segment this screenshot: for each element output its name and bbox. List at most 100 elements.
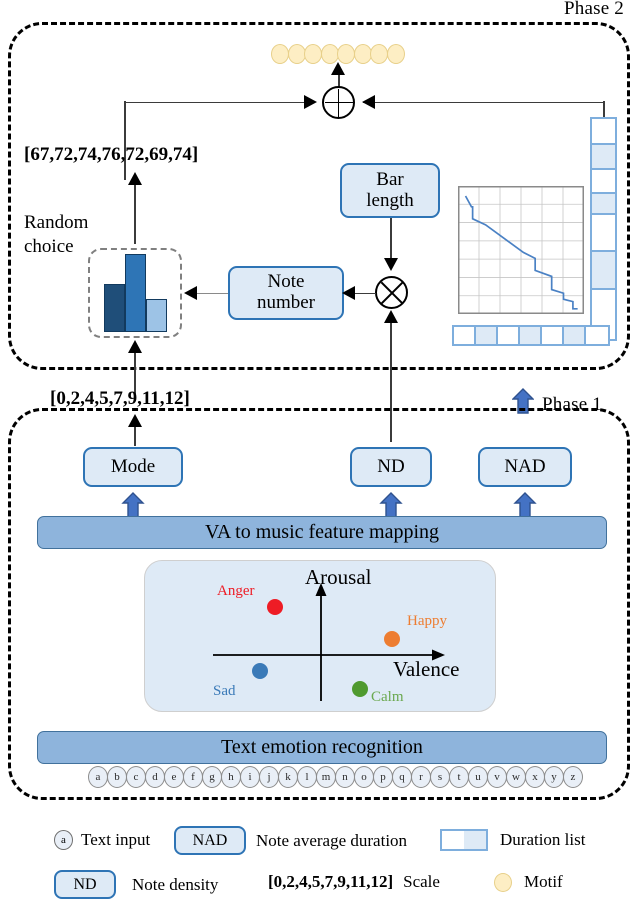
motif-circle-icon bbox=[320, 44, 339, 64]
legend-item-nad: NAD Note average duration bbox=[174, 826, 407, 855]
letter-circle-icon: a bbox=[88, 766, 108, 788]
motif-circle-icon bbox=[287, 44, 306, 64]
note-number-label-line1: Note bbox=[267, 271, 305, 293]
arrowhead-right-sum bbox=[304, 95, 317, 109]
arrowhead-up-mul bbox=[384, 310, 398, 323]
duration-cell bbox=[592, 194, 615, 215]
letter-circle-icon: o bbox=[354, 766, 374, 788]
random-choice-bars bbox=[104, 254, 168, 332]
duration-cell bbox=[542, 327, 564, 344]
motif-circle-icon bbox=[494, 872, 512, 892]
letter-circle-icon: d bbox=[145, 766, 165, 788]
letter-circle-icon: c bbox=[126, 766, 146, 788]
mode-box[interactable]: Mode bbox=[83, 447, 183, 487]
duration-cell bbox=[520, 327, 542, 344]
legend-item-nd: ND Note density bbox=[54, 870, 218, 899]
phase1-scale-output: [0,2,4,5,7,9,11,12] bbox=[50, 388, 190, 409]
legend: a Text input NAD Note average duration D… bbox=[0, 820, 640, 899]
random-choice-label-line1: Random bbox=[24, 212, 89, 233]
motif-circle-icon bbox=[304, 44, 322, 64]
letter-circle-icon: t bbox=[449, 766, 469, 788]
motif-circle-icon bbox=[271, 44, 289, 64]
letter-circle-icon: h bbox=[221, 766, 241, 788]
valence-arousal-plot: Arousal Valence Anger Happy Sad Calm bbox=[144, 560, 496, 712]
letter-circle-icon: i bbox=[240, 766, 260, 788]
phase2-scale-output: [67,72,74,76,72,69,74] bbox=[24, 144, 199, 165]
random-choice-bar bbox=[146, 299, 167, 332]
duration-cell bbox=[586, 327, 608, 344]
nad-box[interactable]: NAD bbox=[478, 447, 572, 487]
letter-circle-icon: g bbox=[202, 766, 222, 788]
bar-length-box[interactable]: Bar length bbox=[340, 163, 440, 218]
random-choice-label-line2: choice bbox=[24, 236, 74, 257]
letter-circle-icon: q bbox=[392, 766, 412, 788]
emotion-label: Happy bbox=[407, 613, 447, 629]
connector-choice-to-scale bbox=[134, 182, 136, 244]
emotion-dot bbox=[384, 631, 400, 647]
legend-item-duration-list: Duration list bbox=[440, 829, 585, 851]
letter-circle-icon: u bbox=[468, 766, 488, 788]
emotion-label: Calm bbox=[371, 689, 404, 705]
arrowhead-left-sum bbox=[362, 95, 375, 109]
connector-left-to-sum bbox=[124, 101, 314, 104]
arrowhead-up-scale bbox=[128, 172, 142, 185]
random-choice-bar bbox=[104, 283, 125, 332]
va-mapping-label: VA to music feature mapping bbox=[204, 521, 440, 543]
emotion-dot bbox=[267, 599, 283, 615]
motif-circle-icon bbox=[337, 44, 355, 64]
text-emotion-label: Text emotion recognition bbox=[221, 736, 423, 758]
legend-label-text-input: Text input bbox=[81, 830, 151, 849]
phase2-title: Phase 2 bbox=[564, 0, 624, 19]
letter-circle-icon: a bbox=[54, 830, 73, 850]
mode-label: Mode bbox=[110, 455, 156, 477]
letter-circle-icon: y bbox=[544, 766, 564, 788]
valence-axis-label: Valence bbox=[393, 657, 460, 681]
letter-circle-icon: s bbox=[430, 766, 450, 788]
legend-item-text-input: a Text input bbox=[54, 830, 150, 850]
letter-circle-icon: b bbox=[107, 766, 127, 788]
letter-circle-icon: r bbox=[411, 766, 431, 788]
random-choice-bar bbox=[125, 254, 146, 332]
diagram-root: Phase 2 [67,72,74,76,72,69,74] Random ch… bbox=[0, 0, 640, 899]
letter-circle-icon: p bbox=[373, 766, 393, 788]
nd-box[interactable]: ND bbox=[350, 447, 432, 487]
duration-cell bbox=[592, 252, 615, 290]
legend-item-motif: Motif bbox=[494, 872, 563, 892]
letter-circle-icon: k bbox=[278, 766, 298, 788]
legend-label-motif: Motif bbox=[524, 872, 563, 891]
scale-text-icon: [0,2,4,5,7,9,11,12] bbox=[268, 872, 394, 891]
note-number-label-line2: number bbox=[256, 292, 316, 313]
emotion-dot bbox=[252, 663, 268, 679]
arrowhead-left-choice bbox=[184, 286, 197, 300]
duration-cell bbox=[592, 215, 615, 252]
motif-circle-icon bbox=[370, 44, 388, 64]
letter-circle-icon: f bbox=[183, 766, 203, 788]
duration-cell bbox=[592, 145, 615, 170]
connector-mode-to-scale bbox=[134, 424, 136, 446]
legend-label-nd: Note density bbox=[132, 874, 219, 894]
connector-left-down bbox=[124, 101, 126, 180]
emotion-dot bbox=[352, 681, 368, 697]
times-circle-operator bbox=[375, 276, 408, 309]
duration-list-horizontal bbox=[452, 325, 610, 346]
letter-circle-icon: e bbox=[164, 766, 184, 788]
letter-circle-icon: w bbox=[506, 766, 526, 788]
duration-list-vertical bbox=[590, 117, 617, 341]
va-mapping-bar[interactable]: VA to music feature mapping bbox=[37, 516, 607, 549]
motif-row bbox=[271, 44, 405, 64]
nad-box-icon: NAD bbox=[174, 826, 246, 855]
duration-cell bbox=[454, 327, 476, 344]
letter-circle-icon: v bbox=[487, 766, 507, 788]
duration-cell bbox=[564, 327, 586, 344]
text-emotion-bar[interactable]: Text emotion recognition bbox=[37, 731, 607, 764]
legend-label-nad: Note average duration bbox=[256, 830, 408, 850]
arrowhead-down-mul bbox=[384, 258, 398, 271]
emotion-label: Anger bbox=[217, 583, 255, 599]
letter-circle-icon: z bbox=[563, 766, 583, 788]
plus-circle-operator bbox=[322, 86, 355, 119]
bar-length-label-line2: length bbox=[366, 189, 414, 211]
legend-item-scale: [0,2,4,5,7,9,11,12] Scale bbox=[268, 872, 440, 892]
letter-circle-icon: j bbox=[259, 766, 279, 788]
note-number-box[interactable]: Note number bbox=[228, 266, 344, 320]
duration-cell bbox=[476, 327, 498, 344]
